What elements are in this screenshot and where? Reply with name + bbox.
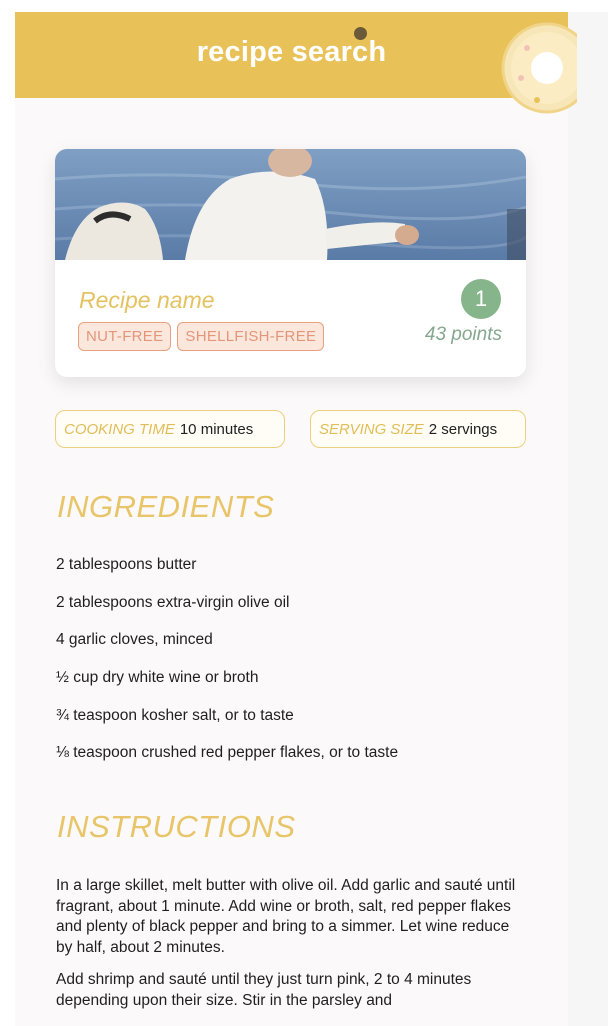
list-item: ¾ teaspoon kosher salt, or to taste xyxy=(56,706,294,724)
page-title: recipe search xyxy=(196,36,387,68)
tag-nut-free[interactable]: NUT-FREE xyxy=(78,322,172,351)
points-label: 43 points xyxy=(424,324,502,345)
tag-shellfish-free[interactable]: SHELLFISH-FREE xyxy=(177,322,325,351)
instructions-list: In a large skillet, melt butter with oli… xyxy=(56,876,526,1023)
ingredients-heading: INGREDIENTS xyxy=(57,489,275,524)
serving-size-label: SERVING SIZE xyxy=(319,420,424,438)
cooking-time-pill: COOKING TIME 10 minutes xyxy=(55,410,285,448)
cooking-time-value: 10 minutes xyxy=(179,420,254,438)
serving-size-pill: SERVING SIZE 2 servings xyxy=(310,410,526,448)
header-dot xyxy=(354,27,367,40)
serving-size-value: 2 servings xyxy=(428,420,498,438)
app-header: recipe search xyxy=(15,12,568,98)
ingredients-list: 2 tablespoons butter 2 tablespoons extra… xyxy=(56,555,398,781)
instruction-step: Add shrimp and sauté until they just tur… xyxy=(56,971,472,1009)
instructions-heading: INSTRUCTIONS xyxy=(57,809,296,844)
rank-badge: 1 xyxy=(461,279,501,319)
donut-icon xyxy=(501,22,577,114)
recipe-card[interactable]: Recipe name 1 43 points NUT-FREE SHELLFI… xyxy=(55,149,526,377)
recipe-photo xyxy=(55,149,526,260)
instruction-step: In a large skillet, melt butter with oli… xyxy=(56,877,516,956)
page-edge xyxy=(568,12,608,1026)
list-item: 2 tablespoons extra-virgin olive oil xyxy=(56,593,290,611)
recipe-name[interactable]: Recipe name xyxy=(79,287,215,314)
list-item: 4 garlic cloves, minced xyxy=(56,631,213,649)
diet-tags: NUT-FREE SHELLFISH-FREE xyxy=(78,322,325,351)
list-item: ½ cup dry white wine or broth xyxy=(56,669,259,687)
list-item: 2 tablespoons butter xyxy=(56,556,197,573)
app-screen: recipe search Recipe name 1 43 points NU… xyxy=(15,12,568,1026)
list-item: ⅛ teaspoon crushed red pepper flakes, or… xyxy=(56,744,399,762)
cooking-time-label: COOKING TIME xyxy=(64,420,175,438)
